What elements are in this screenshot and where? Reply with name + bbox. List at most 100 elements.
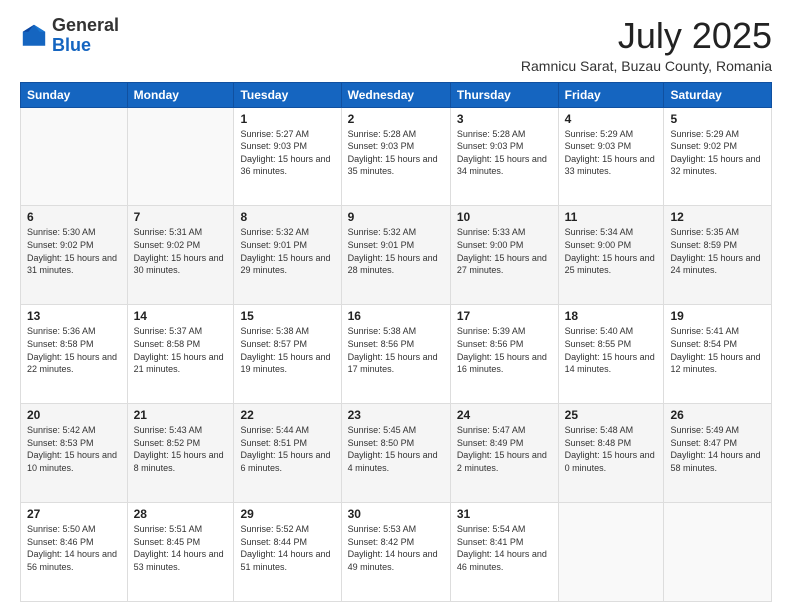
col-saturday: Saturday [664,82,772,107]
header-row: Sunday Monday Tuesday Wednesday Thursday… [21,82,772,107]
day-number: 9 [348,210,444,224]
day-number: 12 [670,210,765,224]
day-detail: Sunrise: 5:32 AM Sunset: 9:01 PM Dayligh… [348,226,444,276]
cell-w4-d3: 23 Sunrise: 5:45 AM Sunset: 8:50 PM Dayli… [341,404,450,503]
day-number: 27 [27,507,121,521]
cell-w3-d6: 19Sunrise: 5:41 AM Sunset: 8:54 PM Dayli… [664,305,772,404]
day-number: 25 [565,408,658,422]
col-wednesday: Wednesday [341,82,450,107]
day-detail: Sunrise: 5:45 AM Sunset: 8:50 PM Dayligh… [348,424,444,474]
cell-w2-d5: 11Sunrise: 5:34 AM Sunset: 9:00 PM Dayli… [558,206,664,305]
day-number: 5 [670,112,765,126]
day-number: 10 [457,210,552,224]
day-detail: Sunrise: 5:31 AM Sunset: 9:02 PM Dayligh… [134,226,228,276]
calendar-table: Sunday Monday Tuesday Wednesday Thursday… [20,82,772,602]
logo-text: General Blue [52,16,119,56]
cell-w3-d1: 14 Sunrise: 5:37 AM Sunset: 8:58 PM Dayli… [127,305,234,404]
day-number: 21 [134,408,228,422]
day-number: 2 [348,112,444,126]
day-detail: Sunrise: 5:54 AM Sunset: 8:41 PM Dayligh… [457,523,552,573]
cell-w4-d6: 26Sunrise: 5:49 AM Sunset: 8:47 PM Dayli… [664,404,772,503]
day-detail: Sunrise: 5:32 AM Sunset: 9:01 PM Dayligh… [240,226,334,276]
week-row-4: 20Sunrise: 5:42 AM Sunset: 8:53 PM Dayli… [21,404,772,503]
day-detail: Sunrise: 5:39 AM Sunset: 8:56 PM Dayligh… [457,325,552,375]
cell-w3-d0: 13 Sunrise: 5:36 AM Sunset: 8:58 PM Dayli… [21,305,128,404]
day-number: 28 [134,507,228,521]
day-detail: Sunrise: 5:33 AM Sunset: 9:00 PM Dayligh… [457,226,552,276]
logo-general: General [52,15,119,35]
day-detail: Sunrise: 5:53 AM Sunset: 8:42 PM Dayligh… [348,523,444,573]
calendar-body: 1 Sunrise: 5:27 AM Sunset: 9:03 PM Daylig… [21,107,772,601]
cell-w2-d1: 7Sunrise: 5:31 AM Sunset: 9:02 PM Daylig… [127,206,234,305]
header: General Blue July 2025 Ramnicu Sarat, Bu… [20,16,772,74]
day-detail: Sunrise: 5:30 AM Sunset: 9:02 PM Dayligh… [27,226,121,276]
location-subtitle: Ramnicu Sarat, Buzau County, Romania [521,58,772,74]
day-detail: Sunrise: 5:27 AM Sunset: 9:03 PM Dayligh… [240,128,334,178]
day-number: 1 [240,112,334,126]
logo-icon [20,22,48,50]
cell-w3-d3: 16 Sunrise: 5:38 AM Sunset: 8:56 PM Dayli… [341,305,450,404]
cell-w3-d4: 17 Sunrise: 5:39 AM Sunset: 8:56 PM Dayli… [450,305,558,404]
cell-w3-d2: 15 Sunrise: 5:38 AM Sunset: 8:57 PM Dayli… [234,305,341,404]
col-friday: Friday [558,82,664,107]
day-number: 16 [348,309,444,323]
day-detail: Sunrise: 5:36 AM Sunset: 8:58 PM Dayligh… [27,325,121,375]
day-number: 23 [348,408,444,422]
logo: General Blue [20,16,119,56]
day-detail: Sunrise: 5:29 AM Sunset: 9:02 PM Dayligh… [670,128,765,178]
day-number: 19 [670,309,765,323]
day-number: 13 [27,309,121,323]
cell-w1-d2: 1 Sunrise: 5:27 AM Sunset: 9:03 PM Daylig… [234,107,341,206]
cell-w2-d6: 12 Sunrise: 5:35 AM Sunset: 8:59 PM Dayli… [664,206,772,305]
day-number: 31 [457,507,552,521]
day-number: 15 [240,309,334,323]
cell-w1-d0 [21,107,128,206]
cell-w5-d5 [558,503,664,602]
day-detail: Sunrise: 5:44 AM Sunset: 8:51 PM Dayligh… [240,424,334,474]
cell-w5-d2: 29 Sunrise: 5:52 AM Sunset: 8:44 PM Dayli… [234,503,341,602]
cell-w1-d4: 3 Sunrise: 5:28 AM Sunset: 9:03 PM Daylig… [450,107,558,206]
day-number: 29 [240,507,334,521]
day-detail: Sunrise: 5:49 AM Sunset: 8:47 PM Dayligh… [670,424,765,474]
day-detail: Sunrise: 5:52 AM Sunset: 8:44 PM Dayligh… [240,523,334,573]
day-number: 3 [457,112,552,126]
col-monday: Monday [127,82,234,107]
title-area: July 2025 Ramnicu Sarat, Buzau County, R… [521,16,772,74]
cell-w3-d5: 18 Sunrise: 5:40 AM Sunset: 8:55 PM Dayli… [558,305,664,404]
day-detail: Sunrise: 5:28 AM Sunset: 9:03 PM Dayligh… [457,128,552,178]
day-number: 22 [240,408,334,422]
day-detail: Sunrise: 5:35 AM Sunset: 8:59 PM Dayligh… [670,226,765,276]
cell-w2-d2: 8 Sunrise: 5:32 AM Sunset: 9:01 PM Daylig… [234,206,341,305]
day-detail: Sunrise: 5:37 AM Sunset: 8:58 PM Dayligh… [134,325,228,375]
day-detail: Sunrise: 5:40 AM Sunset: 8:55 PM Dayligh… [565,325,658,375]
cell-w5-d1: 28Sunrise: 5:51 AM Sunset: 8:45 PM Dayli… [127,503,234,602]
day-detail: Sunrise: 5:28 AM Sunset: 9:03 PM Dayligh… [348,128,444,178]
cell-w4-d4: 24Sunrise: 5:47 AM Sunset: 8:49 PM Dayli… [450,404,558,503]
col-sunday: Sunday [21,82,128,107]
day-number: 4 [565,112,658,126]
day-detail: Sunrise: 5:43 AM Sunset: 8:52 PM Dayligh… [134,424,228,474]
cell-w2-d4: 10 Sunrise: 5:33 AM Sunset: 9:00 PM Dayli… [450,206,558,305]
day-detail: Sunrise: 5:38 AM Sunset: 8:57 PM Dayligh… [240,325,334,375]
week-row-3: 13 Sunrise: 5:36 AM Sunset: 8:58 PM Dayli… [21,305,772,404]
week-row-1: 1 Sunrise: 5:27 AM Sunset: 9:03 PM Daylig… [21,107,772,206]
day-detail: Sunrise: 5:34 AM Sunset: 9:00 PM Dayligh… [565,226,658,276]
month-title: July 2025 [521,16,772,56]
day-detail: Sunrise: 5:48 AM Sunset: 8:48 PM Dayligh… [565,424,658,474]
col-thursday: Thursday [450,82,558,107]
day-number: 18 [565,309,658,323]
week-row-5: 27Sunrise: 5:50 AM Sunset: 8:46 PM Dayli… [21,503,772,602]
day-detail: Sunrise: 5:38 AM Sunset: 8:56 PM Dayligh… [348,325,444,375]
day-number: 14 [134,309,228,323]
day-detail: Sunrise: 5:42 AM Sunset: 8:53 PM Dayligh… [27,424,121,474]
day-number: 8 [240,210,334,224]
logo-blue: Blue [52,35,91,55]
cell-w5-d0: 27Sunrise: 5:50 AM Sunset: 8:46 PM Dayli… [21,503,128,602]
page: General Blue July 2025 Ramnicu Sarat, Bu… [0,0,792,612]
cell-w4-d1: 21 Sunrise: 5:43 AM Sunset: 8:52 PM Dayli… [127,404,234,503]
week-row-2: 6 Sunrise: 5:30 AM Sunset: 9:02 PM Daylig… [21,206,772,305]
day-number: 30 [348,507,444,521]
day-number: 17 [457,309,552,323]
day-number: 6 [27,210,121,224]
calendar-header: Sunday Monday Tuesday Wednesday Thursday… [21,82,772,107]
